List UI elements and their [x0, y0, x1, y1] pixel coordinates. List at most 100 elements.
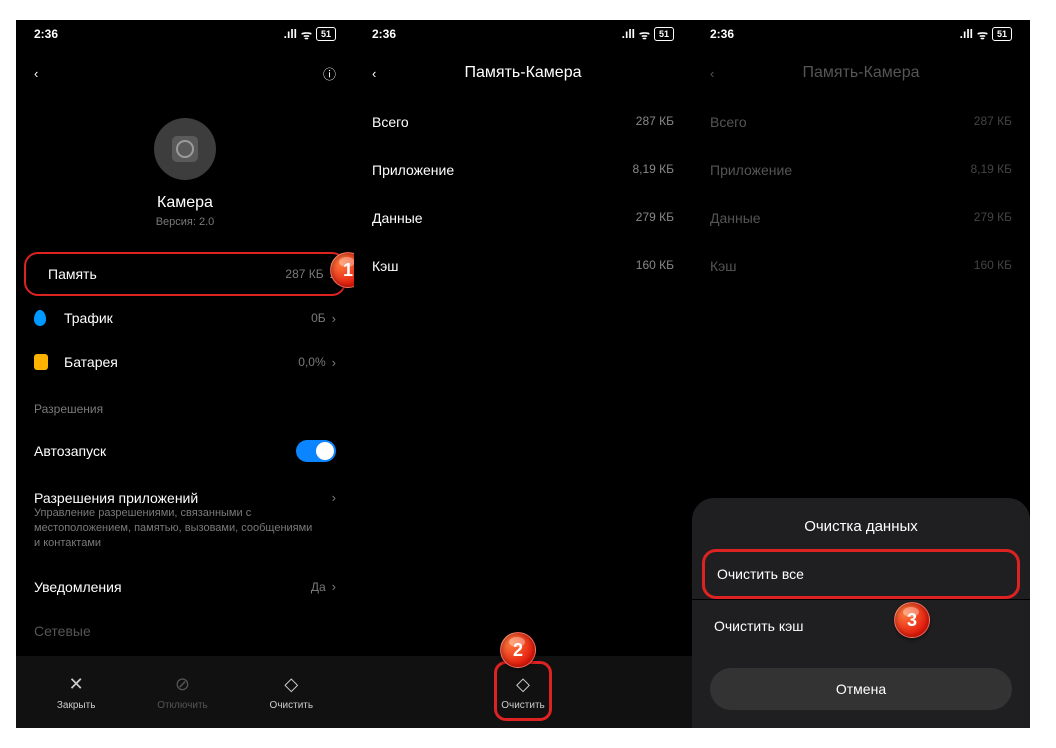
- total-label: Всего: [372, 114, 409, 130]
- step-badge-3: 3: [894, 602, 930, 638]
- network-label: Сетевые: [34, 623, 336, 639]
- memory-label: Память: [48, 266, 285, 282]
- app-info: Камера Версия: 2.0: [16, 98, 354, 252]
- phone-screen-1: 2:36 .ıll ᯤ 51 ‹ ⓘ Камера Версия: 2.0 Па…: [16, 20, 354, 728]
- battery-value: 0,0%: [298, 355, 325, 369]
- status-bar: 2:36 .ıll ᯤ 51: [16, 20, 354, 48]
- status-bar: 2:36 .ıll ᯤ 51: [692, 20, 1030, 48]
- row-notifications[interactable]: Уведомления Да ›: [16, 565, 354, 609]
- cache-label: Кэш: [372, 258, 399, 274]
- back-icon[interactable]: ‹: [710, 66, 732, 81]
- page-title: Память-Камера: [692, 64, 1030, 82]
- battery-row-icon: [34, 354, 64, 370]
- app-label: Приложение: [372, 162, 454, 178]
- status-icons: .ıll ᯤ 51: [622, 26, 674, 43]
- clear-all-label: Очистить все: [717, 566, 804, 582]
- wifi-icon: ᯤ: [977, 26, 988, 43]
- page-title: Память-Камера: [354, 64, 692, 82]
- highlight-clear: [494, 661, 552, 721]
- cancel-button[interactable]: Отмена: [710, 668, 1012, 710]
- app-label: Приложение: [710, 162, 792, 178]
- notif-value: Да: [311, 580, 326, 594]
- row-total: Всего 287 КБ: [692, 98, 1030, 146]
- phone-screen-2: 2:36 .ıll ᯤ 51 ‹ Память-Камера Всего 287…: [354, 20, 692, 728]
- close-label: Закрыть: [57, 700, 96, 711]
- app-version: Версия: 2.0: [16, 216, 354, 228]
- cancel-label: Отмена: [836, 681, 886, 697]
- back-icon[interactable]: ‹: [34, 66, 56, 81]
- signal-icon: .ıll: [284, 27, 297, 41]
- status-time: 2:36: [372, 27, 396, 41]
- battery-icon: 51: [992, 27, 1012, 41]
- autostart-label: Автозапуск: [34, 443, 296, 459]
- row-app-permissions[interactable]: Разрешения приложений Управление разреше…: [16, 476, 354, 565]
- info-icon[interactable]: ⓘ: [323, 64, 336, 83]
- header: ‹ ⓘ: [16, 48, 354, 98]
- row-cache: Кэш 160 КБ: [692, 242, 1030, 290]
- disable-icon: ⊘: [171, 674, 193, 696]
- total-label: Всего: [710, 114, 747, 130]
- chevron-right-icon: ›: [332, 490, 336, 505]
- chevron-right-icon: ›: [332, 355, 336, 370]
- clear-label: Очистить: [270, 700, 314, 711]
- cache-value: 160 КБ: [974, 258, 1012, 274]
- close-button[interactable]: ✕ Закрыть: [57, 674, 96, 711]
- row-data: Данные 279 КБ: [692, 194, 1030, 242]
- row-battery[interactable]: Батарея 0,0% ›: [16, 340, 354, 384]
- phone-screen-3: 2:36 .ıll ᯤ 51 ‹ Память-Камера Всего 287…: [692, 20, 1030, 728]
- data-value: 279 КБ: [974, 210, 1012, 226]
- header: ‹ Память-Камера: [692, 48, 1030, 98]
- data-value: 279 КБ: [636, 210, 674, 226]
- battery-icon: 51: [654, 27, 674, 41]
- chevron-right-icon: ›: [332, 579, 336, 594]
- row-cache: Кэш 160 КБ: [354, 242, 692, 290]
- app-name: Камера: [16, 194, 354, 212]
- row-traffic[interactable]: Трафик 0Б ›: [16, 296, 354, 340]
- traffic-icon: [34, 310, 64, 326]
- battery-icon: 51: [316, 27, 336, 41]
- header: ‹ Память-Камера: [354, 48, 692, 98]
- disable-button: ⊘ Отключить: [157, 674, 208, 711]
- clear-button[interactable]: ◇ Очистить: [270, 674, 314, 711]
- permissions-section: Разрешения: [16, 384, 354, 426]
- traffic-value: 0Б: [311, 311, 326, 325]
- row-network[interactable]: Сетевые: [16, 609, 354, 643]
- chevron-right-icon: ›: [332, 311, 336, 326]
- status-bar: 2:36 .ıll ᯤ 51: [354, 20, 692, 48]
- traffic-label: Трафик: [64, 310, 311, 326]
- signal-icon: .ıll: [622, 27, 635, 41]
- status-time: 2:36: [710, 27, 734, 41]
- signal-icon: .ıll: [960, 27, 973, 41]
- notif-label: Уведомления: [34, 579, 311, 595]
- camera-icon: [172, 136, 198, 162]
- action-sheet: Очистка данных Очистить все Очистить кэш…: [692, 498, 1030, 728]
- status-icons: .ıll ᯤ 51: [960, 26, 1012, 43]
- battery-label: Батарея: [64, 354, 298, 370]
- total-value: 287 КБ: [974, 114, 1012, 130]
- status-icons: .ıll ᯤ 51: [284, 26, 336, 43]
- row-total: Всего 287 КБ: [354, 98, 692, 146]
- clear-cache-label: Очистить кэш: [714, 618, 804, 634]
- autostart-toggle[interactable]: [296, 440, 336, 462]
- total-value: 287 КБ: [636, 114, 674, 130]
- sheet-title: Очистка данных: [692, 518, 1030, 535]
- app-perms-sub: Управление разрешениями, связанными с ме…: [34, 506, 332, 551]
- app-perms-label: Разрешения приложений: [34, 490, 332, 506]
- close-icon: ✕: [65, 674, 87, 696]
- app-value: 8,19 КБ: [632, 162, 674, 178]
- clear-all-button[interactable]: Очистить все: [702, 549, 1020, 599]
- data-label: Данные: [372, 210, 423, 226]
- app-icon: [154, 118, 216, 180]
- status-time: 2:36: [34, 27, 58, 41]
- row-app: Приложение 8,19 КБ: [692, 146, 1030, 194]
- row-data: Данные 279 КБ: [354, 194, 692, 242]
- cache-value: 160 КБ: [636, 258, 674, 274]
- cache-label: Кэш: [710, 258, 737, 274]
- back-icon[interactable]: ‹: [372, 66, 394, 81]
- row-autostart: Автозапуск: [16, 426, 354, 476]
- row-memory[interactable]: Память 287 КБ › 1: [24, 252, 346, 296]
- row-app: Приложение 8,19 КБ: [354, 146, 692, 194]
- wifi-icon: ᯤ: [639, 26, 650, 43]
- clear-icon: ◇: [280, 674, 302, 696]
- clear-cache-button[interactable]: Очистить кэш 3: [692, 599, 1030, 652]
